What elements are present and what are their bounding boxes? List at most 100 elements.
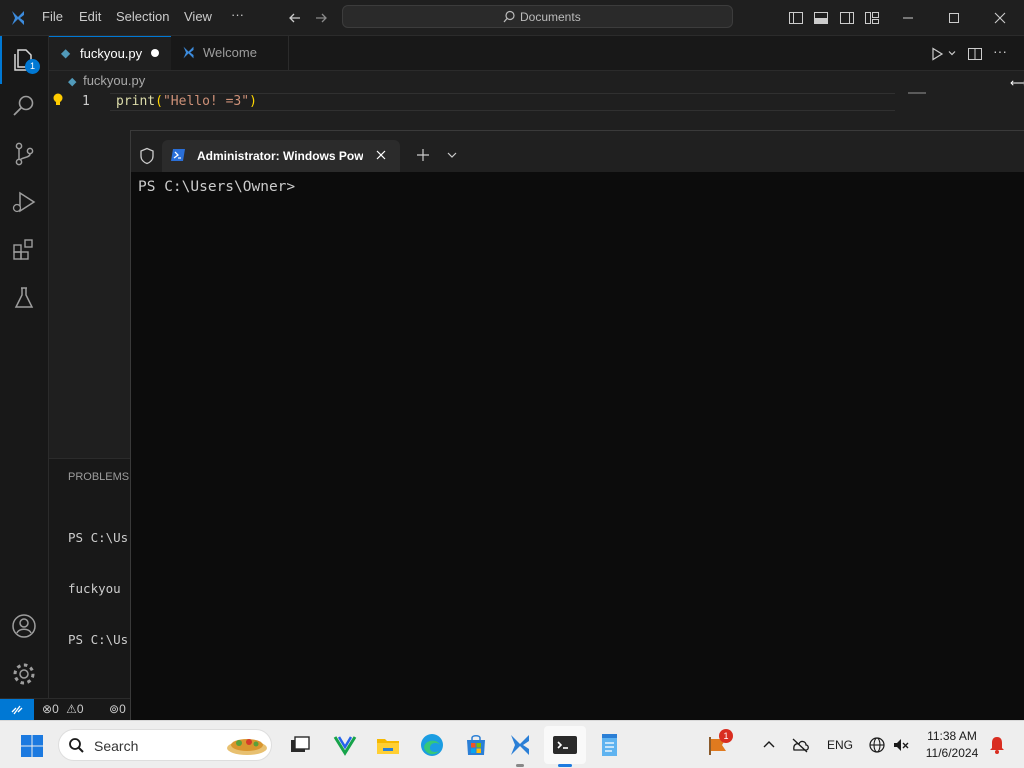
tab-welcome[interactable]: Welcome <box>171 36 289 70</box>
source-control-icon[interactable] <box>10 140 38 168</box>
line-number: 1 <box>82 94 90 109</box>
bottom-panel: PROBLEMS PS C:\Us fuckyou PS C:\Us <box>49 458 130 699</box>
activity-bar: 1 <box>0 36 49 698</box>
clock-date: 11/6/2024 <box>925 746 979 760</box>
tab-label: Welcome <box>203 45 257 60</box>
taskbar-search-label: Search <box>94 738 139 754</box>
ports-count: 0 <box>119 702 126 716</box>
notification-bell-icon[interactable] <box>988 735 1006 755</box>
warning-icon: ⚠ <box>66 702 77 716</box>
code-paren: ) <box>249 94 257 109</box>
notepad-icon[interactable] <box>595 731 623 759</box>
windows-taskbar: Search 1 ENG 11:38 AM 11/6/2024 <box>0 720 1024 768</box>
run-python-file-icon[interactable] <box>929 46 945 62</box>
menu-more[interactable]: ··· <box>231 7 244 22</box>
remote-icon <box>11 705 23 715</box>
running-indicator <box>516 764 524 767</box>
menu-edit[interactable]: Edit <box>79 9 101 24</box>
file-explorer-icon[interactable] <box>374 731 402 759</box>
search-highlight-food-icon <box>227 739 267 755</box>
command-center-label: Documents <box>520 10 581 24</box>
toggle-primary-sidebar-icon[interactable] <box>788 10 804 26</box>
windows-terminal-window[interactable]: Administrator: Windows Powe PS C:\Users\… <box>130 130 1024 720</box>
unsaved-dot-icon[interactable] <box>151 49 159 57</box>
maximize-window-icon[interactable] <box>946 10 962 26</box>
extensions-icon[interactable] <box>10 236 38 264</box>
testing-flask-icon[interactable] <box>10 284 38 312</box>
code-paren: ( <box>155 94 163 109</box>
panel-terminal-line: PS C:\Us <box>68 530 129 545</box>
lightbulb-icon[interactable] <box>51 92 65 108</box>
error-count: 0 <box>52 702 59 716</box>
ports-status[interactable]: ⊚0 <box>109 702 126 716</box>
search-icon[interactable] <box>10 92 38 120</box>
accounts-icon[interactable] <box>10 612 38 640</box>
search-icon <box>503 10 515 23</box>
taskbar-search[interactable]: Search <box>58 729 272 761</box>
language-indicator[interactable]: ENG <box>827 738 853 752</box>
toggle-secondary-sidebar-icon[interactable] <box>839 10 855 26</box>
tab-fuckyou-py[interactable]: ◆ fuckyou.py <box>49 36 171 70</box>
panel-terminal-line: PS C:\Us <box>68 632 129 647</box>
split-editor-icon[interactable] <box>967 46 983 62</box>
code-line[interactable]: print("Hello! =3") <box>116 94 257 109</box>
show-hidden-icons-chevron-icon[interactable] <box>762 739 776 751</box>
title-bar: File Edit Selection View ··· Documents <box>0 0 1024 36</box>
python-file-icon: ◆ <box>68 76 77 88</box>
network-globe-icon[interactable] <box>868 736 886 754</box>
command-center-search[interactable]: Documents <box>342 5 733 28</box>
editor-tab-bar: ◆ fuckyou.py Welcome ··· <box>49 36 1024 71</box>
edge-browser-icon[interactable] <box>418 731 446 759</box>
vscode-insiders-taskbar-icon[interactable] <box>506 731 534 759</box>
code-function: print <box>116 94 156 109</box>
dropdown-chevron-icon[interactable] <box>446 150 458 160</box>
back-arrow-icon[interactable] <box>287 10 303 26</box>
tab-label: fuckyou.py <box>80 46 143 61</box>
windows-terminal-icon[interactable] <box>551 731 579 759</box>
run-and-debug-icon[interactable] <box>10 188 38 216</box>
terminal-tab[interactable]: Administrator: Windows Powe <box>162 140 400 172</box>
close-window-icon[interactable] <box>992 10 1008 26</box>
toggle-panel-icon[interactable] <box>813 10 829 26</box>
explorer-badge: 1 <box>25 59 40 74</box>
close-tab-icon[interactable] <box>375 149 387 161</box>
menu-view[interactable]: View <box>184 9 212 24</box>
task-view-icon[interactable] <box>286 731 314 759</box>
remote-indicator[interactable] <box>0 699 34 721</box>
problems-status[interactable]: ⊗0 ⚠0 <box>42 702 84 716</box>
visual-studio-insiders-icon[interactable] <box>331 731 359 759</box>
more-actions-icon[interactable]: ··· <box>993 43 1007 59</box>
vscode-logo-icon <box>183 46 194 59</box>
status-bar: ⊗0 ⚠0 ⊚0 <box>0 698 130 721</box>
minimize-window-icon[interactable] <box>900 10 916 26</box>
new-tab-plus-icon[interactable] <box>416 148 430 162</box>
clock[interactable]: 11:38 AM 11/6/2024 <box>920 729 984 760</box>
terminal-tab-bar: Administrator: Windows Powe <box>131 131 1024 172</box>
error-icon: ⊗ <box>42 702 53 716</box>
panel-tab-problems[interactable]: PROBLEMS <box>68 471 129 483</box>
terminal-prompt[interactable]: PS C:\Users\Owner> <box>138 179 295 195</box>
notification-badge: 1 <box>719 729 733 743</box>
resize-cursor-icon: ⟷ <box>1010 76 1024 90</box>
customize-layout-icon[interactable] <box>864 10 880 26</box>
forward-arrow-icon[interactable] <box>313 10 329 26</box>
warning-count: 0 <box>76 702 84 716</box>
breadcrumb-file[interactable]: fuckyou.py <box>83 73 145 88</box>
admin-shield-icon <box>140 147 154 165</box>
minimap-line <box>908 92 926 94</box>
python-file-icon: ◆ <box>61 46 71 60</box>
breadcrumb: ◆ fuckyou.py <box>68 73 145 88</box>
speaker-muted-icon[interactable] <box>892 736 910 754</box>
menu-file[interactable]: File <box>42 9 63 24</box>
panel-terminal-line: fuckyou <box>68 581 121 596</box>
current-line-highlight <box>110 110 895 111</box>
microsoft-store-icon[interactable] <box>462 731 490 759</box>
onedrive-offline-icon[interactable] <box>790 736 810 754</box>
manage-gear-icon[interactable] <box>10 660 38 688</box>
windows-start-icon[interactable] <box>20 734 44 758</box>
chevron-down-icon[interactable] <box>947 48 957 58</box>
vscode-insiders-logo-icon <box>12 11 24 25</box>
clock-time: 11:38 AM <box>927 729 977 743</box>
active-indicator <box>558 764 572 767</box>
menu-selection[interactable]: Selection <box>116 9 169 24</box>
